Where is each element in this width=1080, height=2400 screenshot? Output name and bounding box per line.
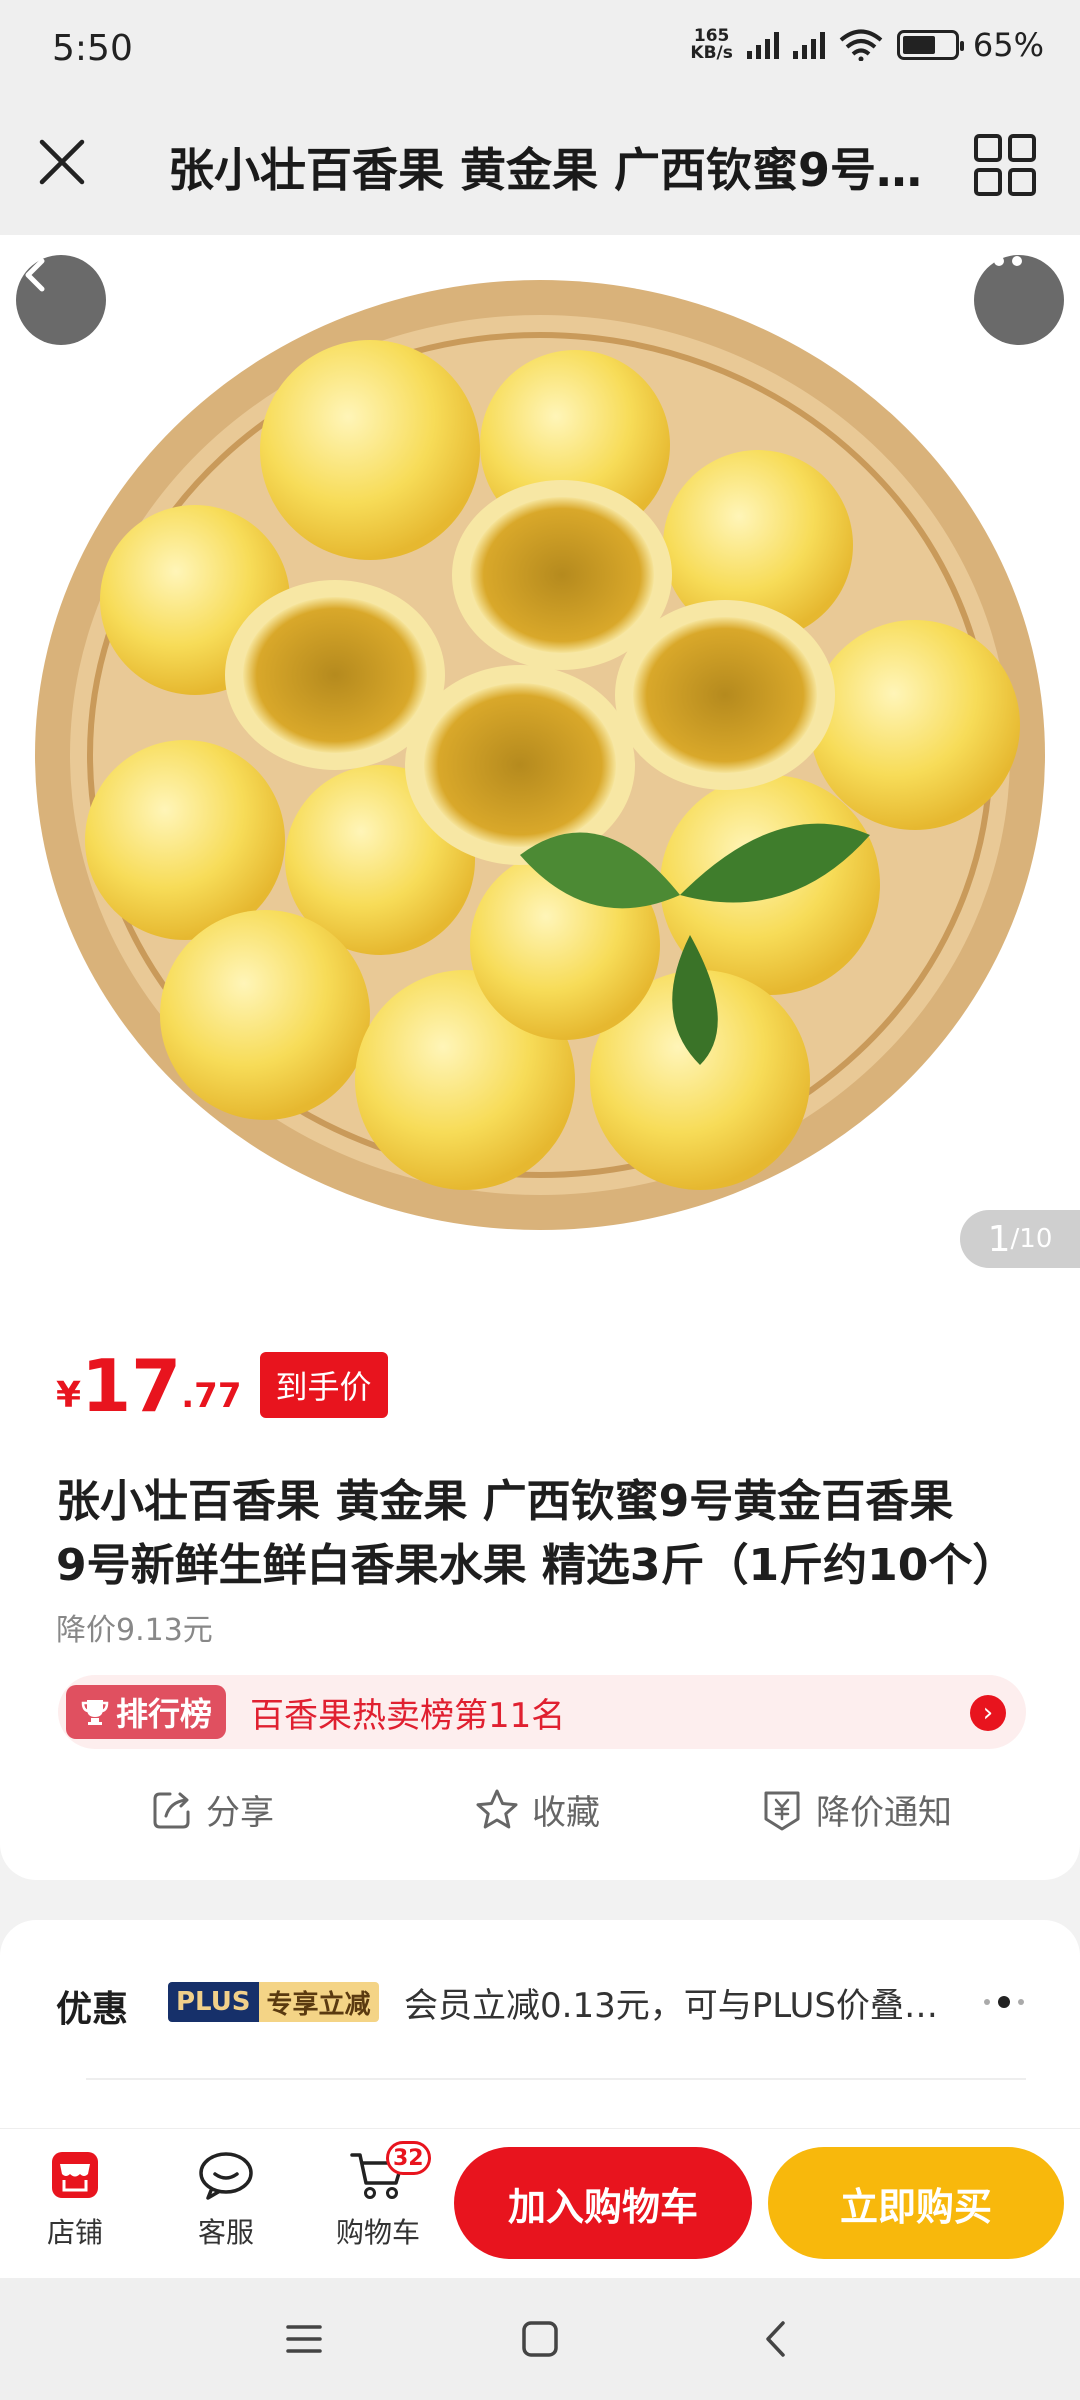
signal-icon: [792, 31, 825, 59]
customer-service-tab[interactable]: 客服: [166, 2139, 286, 2269]
more-button[interactable]: [974, 255, 1064, 345]
back-button[interactable]: [16, 255, 106, 345]
star-icon: [476, 1789, 518, 1828]
price-row: ¥ 17 .77 到手价: [56, 1350, 388, 1422]
close-button[interactable]: [30, 130, 94, 194]
cart-count-badge: 32: [386, 2141, 431, 2175]
close-icon: [39, 139, 85, 185]
trophy-icon: [81, 1700, 109, 1725]
page-title: 张小壮百香果 黄金果 广西钦蜜9号黄金百香果9号新鲜生鲜白香果水果: [168, 143, 928, 197]
grid-icon: [974, 134, 1036, 196]
shop-tab[interactable]: 店铺: [15, 2139, 135, 2269]
plus-badge: PLUS 专享立减: [168, 1982, 379, 2022]
signal-icon: [746, 31, 779, 59]
ranking-text: 百香果热卖榜第11名: [250, 1695, 566, 1736]
system-navigation-bar: [0, 2278, 1080, 2400]
image-counter: 1/10: [960, 1210, 1080, 1268]
price-symbol: ¥: [56, 1375, 82, 1416]
wifi-icon: [839, 29, 883, 61]
cart-tab[interactable]: 32 购物车: [318, 2139, 438, 2269]
buy-now-button[interactable]: 立即购买: [768, 2147, 1064, 2259]
price-tag-icon: [764, 1791, 800, 1830]
title-bar: 张小壮百香果 黄金果 广西钦蜜9号黄金百香果9号新鲜生鲜白香果水果: [0, 100, 1080, 235]
menu-icon: [286, 2325, 322, 2353]
product-image-gallery[interactable]: 1/10: [0, 235, 1080, 1275]
bottom-action-bar: 店铺 客服 32 购物车 加入购物车 立即购买: [0, 2128, 1080, 2278]
product-image: [35, 280, 1045, 1230]
chevron-left-icon: [766, 2321, 785, 2357]
shop-icon: [52, 2152, 98, 2198]
price-decimal: .77: [181, 1376, 242, 1416]
share-icon: [153, 1792, 190, 1828]
chevron-right-icon: ›: [970, 1695, 1006, 1731]
final-price-tag: 到手价: [259, 1352, 388, 1418]
favorite-button[interactable]: 收藏: [474, 1785, 600, 1834]
grid-menu-button[interactable]: [970, 130, 1040, 200]
chat-icon: [199, 2152, 253, 2200]
promotion-card[interactable]: 优惠 PLUS 专享立减 会员立减0.13元，可与PLUS价叠加使用: [0, 1920, 1080, 2130]
product-info-card: ¥ 17 .77 到手价 张小壮百香果 黄金果 广西钦蜜9号黄金百香果 9号新鲜…: [0, 1275, 1080, 1880]
promotion-text: 会员立减0.13元，可与PLUS价叠加使用: [404, 1986, 964, 2026]
promotion-label: 优惠: [56, 1989, 129, 2030]
battery-percent: 65%: [972, 26, 1044, 64]
status-icons: 165 KB/s 65%: [690, 26, 1044, 64]
ranking-badge: 排行榜: [66, 1685, 227, 1739]
divider: [86, 2078, 1026, 2080]
status-bar: 5:50 165 KB/s 65%: [0, 0, 1080, 100]
more-dots-icon[interactable]: [984, 1996, 1024, 2008]
recent-apps-button[interactable]: [274, 2314, 334, 2364]
product-title: 张小壮百香果 黄金果 广西钦蜜9号黄金百香果 9号新鲜生鲜白香果水果 精选3斤（…: [56, 1476, 1017, 1591]
price-alert-button[interactable]: 降价通知: [760, 1785, 952, 1834]
more-dots-icon: [976, 256, 1022, 266]
status-time: 5:50: [52, 28, 133, 69]
ranking-bar[interactable]: 排行榜 百香果热卖榜第11名 ›: [58, 1675, 1026, 1749]
price-drop-note: 降价9.13元: [56, 1613, 213, 1648]
share-button[interactable]: 分享: [150, 1785, 274, 1834]
home-square-icon: [522, 2321, 558, 2357]
add-to-cart-button[interactable]: 加入购物车: [454, 2147, 752, 2259]
home-button[interactable]: [510, 2314, 570, 2364]
price-integer: 17: [81, 1344, 182, 1428]
action-row: 分享 收藏 降价通知: [0, 1785, 1080, 1855]
battery-icon: [896, 30, 964, 60]
network-speed: 165 KB/s: [690, 26, 733, 63]
system-back-button[interactable]: [746, 2314, 806, 2364]
chevron-left-icon: [25, 258, 45, 292]
